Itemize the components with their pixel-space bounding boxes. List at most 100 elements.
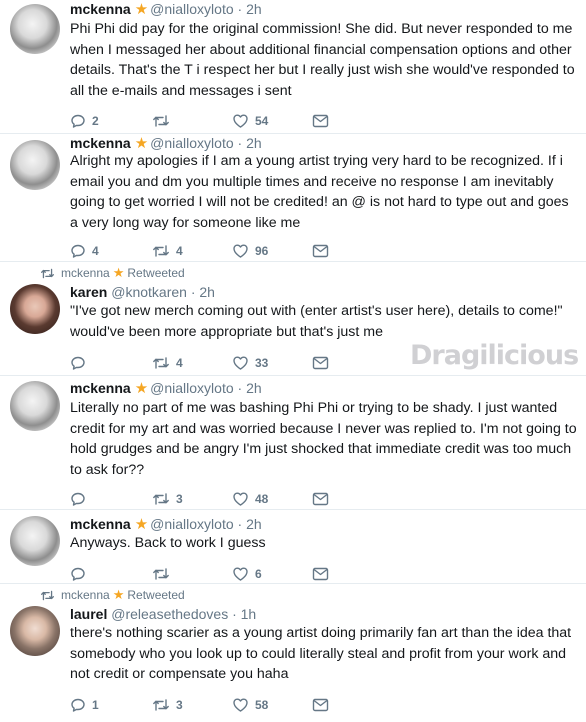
- heart-icon: [233, 492, 248, 506]
- star-icon: ★: [134, 1, 149, 18]
- reply-button[interactable]: 4: [70, 241, 99, 261]
- retweeter-name[interactable]: mckenna: [61, 266, 110, 280]
- retweet-icon: [153, 493, 169, 505]
- display-name[interactable]: mckenna: [70, 380, 131, 396]
- heart-icon: [233, 244, 248, 258]
- star-icon: ★: [134, 135, 149, 152]
- star-icon: ★: [134, 516, 149, 533]
- avatar[interactable]: [10, 284, 60, 334]
- retweet-icon: [41, 268, 54, 278]
- dm-button[interactable]: [312, 241, 329, 261]
- display-name[interactable]: mckenna: [70, 135, 131, 151]
- username[interactable]: @releasethedoves: [111, 606, 228, 622]
- display-name[interactable]: mckenna: [70, 516, 131, 532]
- like-count: 58: [255, 698, 269, 712]
- avatar[interactable]: [10, 516, 60, 566]
- tweet-text: there's nothing scarier as a young artis…: [70, 625, 572, 682]
- like-button[interactable]: 48: [232, 489, 268, 509]
- tweet-text: Anyways. Back to work I guess: [70, 535, 266, 551]
- timestamp[interactable]: · 2h: [238, 1, 262, 17]
- dm-button[interactable]: [312, 564, 329, 584]
- reply-icon: [71, 114, 85, 128]
- tweet-text: Phi Phi did pay for the original commiss…: [70, 21, 575, 99]
- dm-button[interactable]: [312, 111, 329, 131]
- like-count: 96: [255, 244, 269, 258]
- dm-button[interactable]: [312, 695, 329, 715]
- reply-icon: [71, 244, 85, 258]
- timestamp[interactable]: · 1h: [232, 606, 256, 622]
- display-name[interactable]: laurel: [70, 606, 107, 622]
- reply-icon: [71, 492, 85, 506]
- reply-button[interactable]: 1: [70, 695, 99, 715]
- like-button[interactable]: 33: [232, 353, 268, 373]
- like-button[interactable]: 54: [232, 111, 268, 131]
- username[interactable]: @nialloxyloto: [150, 380, 233, 396]
- tweet-text: Alright my apologies if I am a young art…: [70, 153, 569, 231]
- retweet-count: 4: [176, 356, 183, 370]
- retweet-icon: [153, 568, 169, 580]
- display-name[interactable]: mckenna: [70, 1, 131, 17]
- retweet-button[interactable]: [152, 111, 176, 131]
- mail-icon: [312, 114, 329, 128]
- retweet-count: 3: [176, 698, 183, 712]
- retweet-button[interactable]: [152, 564, 176, 584]
- retweeted-label: Retweeted: [127, 266, 185, 280]
- mail-icon: [312, 567, 329, 581]
- star-icon: ★: [112, 587, 125, 602]
- retweet-button[interactable]: 3: [152, 489, 183, 509]
- display-name[interactable]: karen: [70, 284, 107, 300]
- heart-icon: [233, 698, 248, 712]
- dm-button[interactable]: [312, 489, 329, 509]
- tweet-text: Literally no part of me was bashing Phi …: [70, 400, 577, 478]
- like-count: 54: [255, 114, 269, 128]
- star-icon: ★: [134, 380, 149, 397]
- tweet[interactable]: mckenna ★ @nialloxyloto · 2h Alright my ap…: [0, 134, 586, 262]
- retweet-button[interactable]: 3: [152, 695, 183, 715]
- username[interactable]: @nialloxyloto: [150, 516, 233, 532]
- reply-button[interactable]: [70, 353, 92, 373]
- reply-button[interactable]: [70, 564, 92, 584]
- tweet-header: mckenna ★ @nialloxyloto · 2h: [70, 379, 262, 398]
- tweet-header: mckenna ★ @nialloxyloto · 2h: [70, 0, 262, 19]
- reply-button[interactable]: 2: [70, 111, 99, 131]
- retweet-count: 4: [176, 244, 183, 258]
- timestamp[interactable]: · 2h: [191, 284, 215, 300]
- retweet-button[interactable]: 4: [152, 353, 183, 373]
- retweet-icon: [153, 699, 169, 711]
- username[interactable]: @nialloxyloto: [150, 1, 233, 17]
- heart-icon: [233, 356, 248, 370]
- like-button[interactable]: 58: [232, 695, 268, 715]
- reply-button[interactable]: [70, 489, 92, 509]
- tweet-header: laurel @releasethedoves · 1h: [70, 605, 256, 623]
- avatar[interactable]: [10, 4, 60, 54]
- timestamp[interactable]: · 2h: [238, 380, 262, 396]
- like-count: 33: [255, 356, 269, 370]
- username[interactable]: @nialloxyloto: [150, 135, 233, 151]
- like-count: 6: [255, 567, 262, 581]
- tweet[interactable]: mckenna ★ Retweeted laurel @releasethedove…: [0, 584, 586, 722]
- avatar[interactable]: [10, 606, 60, 656]
- tweet[interactable]: mckenna ★ @nialloxyloto · 2h Phi Phi did p…: [0, 0, 586, 134]
- retweet-button[interactable]: 4: [152, 241, 183, 261]
- reply-count: 1: [92, 698, 99, 712]
- timestamp[interactable]: · 2h: [238, 135, 262, 151]
- dm-button[interactable]: [312, 353, 329, 373]
- mail-icon: [312, 244, 329, 258]
- star-icon: ★: [112, 265, 125, 280]
- timestamp[interactable]: · 2h: [238, 516, 262, 532]
- retweeter-name[interactable]: mckenna: [61, 588, 110, 602]
- tweet-header: karen @knotkaren · 2h: [70, 283, 215, 301]
- like-button[interactable]: 96: [232, 241, 268, 261]
- tweet[interactable]: mckenna ★ @nialloxyloto · 2h Anyways. Back…: [0, 510, 586, 584]
- retweet-context: mckenna ★ Retweeted: [40, 265, 185, 281]
- tweet-header: mckenna ★ @nialloxyloto · 2h: [70, 515, 262, 534]
- heart-icon: [233, 114, 248, 128]
- mail-icon: [312, 492, 329, 506]
- like-button[interactable]: 6: [232, 564, 262, 584]
- username[interactable]: @knotkaren: [111, 284, 187, 300]
- avatar[interactable]: [10, 140, 60, 190]
- avatar[interactable]: [10, 381, 60, 431]
- retweeted-label: Retweeted: [127, 588, 185, 602]
- tweet[interactable]: mckenna ★ @nialloxyloto · 2h Literally no …: [0, 376, 586, 510]
- retweet-context: mckenna ★ Retweeted: [40, 587, 185, 603]
